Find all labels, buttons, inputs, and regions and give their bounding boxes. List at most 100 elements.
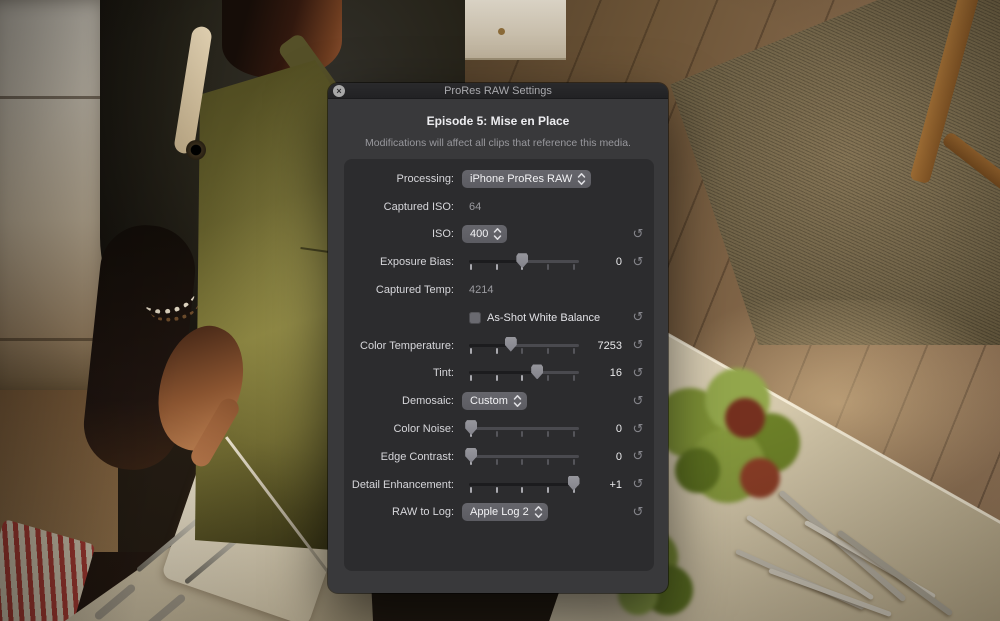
- captured-iso-value: 64: [462, 201, 481, 213]
- slider-thumb[interactable]: [465, 448, 477, 463]
- dialog-titlebar[interactable]: × ProRes RAW Settings: [328, 83, 668, 99]
- screen: × ProRes RAW Settings Episode 5: Mise en…: [0, 0, 1000, 621]
- slider-track: [469, 427, 579, 430]
- detail-enhancement-slider[interactable]: [469, 475, 579, 495]
- slider-tick: [470, 487, 472, 493]
- color-noise-label: Color Noise:: [344, 423, 462, 435]
- exposure-bias-slider[interactable]: [469, 252, 579, 272]
- row-processing: Processing: iPhone ProRes RAW: [344, 165, 648, 193]
- slider-tick: [521, 487, 523, 493]
- slider-tick: [547, 264, 549, 270]
- slider-tick: [521, 459, 523, 465]
- slider-thumb[interactable]: [568, 476, 580, 491]
- slider-tick: [521, 431, 523, 437]
- slider-tick: [470, 348, 472, 354]
- color-noise-slider[interactable]: [469, 419, 579, 439]
- slider-track: [469, 344, 579, 347]
- modifications-note: Modifications will affect all clips that…: [328, 137, 668, 149]
- detail-enhancement-value: +1: [579, 479, 628, 491]
- chevron-up-down-icon: [513, 394, 522, 408]
- as-shot-white-balance-label: As-Shot White Balance: [487, 312, 600, 324]
- prores-raw-settings-dialog: × ProRes RAW Settings Episode 5: Mise en…: [328, 83, 668, 593]
- slider-tick: [496, 431, 498, 437]
- row-as-shot-white-balance: As-Shot White Balance ↺: [344, 304, 648, 332]
- bg-leaf: [740, 458, 780, 498]
- dialog-title: ProRes RAW Settings: [444, 85, 552, 97]
- color-temperature-label: Color Temperature:: [344, 340, 462, 352]
- captured-temp-value: 4214: [462, 284, 493, 296]
- bg-cabinet: [448, 0, 566, 60]
- processing-popup-value: iPhone ProRes RAW: [470, 173, 572, 185]
- exposure-bias-reset-button[interactable]: ↺: [628, 256, 648, 269]
- row-iso: ISO: 400 ↺: [344, 221, 648, 249]
- row-detail-enhancement: Detail Enhancement: +1 ↺: [344, 471, 648, 499]
- slider-tick: [547, 431, 549, 437]
- slider-thumb[interactable]: [505, 337, 517, 352]
- color-noise-value: 0: [579, 423, 628, 435]
- tint-slider[interactable]: [469, 363, 579, 383]
- color-noise-reset-button[interactable]: ↺: [628, 423, 648, 436]
- tint-value: 16: [579, 367, 628, 379]
- edge-contrast-value: 0: [579, 451, 628, 463]
- demosaic-popup-value: Custom: [470, 395, 508, 407]
- bg-silverware: [705, 515, 1000, 621]
- slider-tick: [547, 348, 549, 354]
- row-color-noise: Color Noise: 0 ↺: [344, 415, 648, 443]
- color-temperature-reset-button[interactable]: ↺: [628, 339, 648, 352]
- slider-tick: [470, 264, 472, 270]
- chevron-up-down-icon: [534, 505, 543, 519]
- slider-tick: [547, 375, 549, 381]
- bg-apron-grommet: [186, 140, 206, 160]
- raw-to-log-popup[interactable]: Apple Log 2: [462, 503, 548, 521]
- slider-thumb[interactable]: [531, 364, 543, 379]
- demosaic-reset-button[interactable]: ↺: [628, 395, 648, 408]
- detail-enhancement-label: Detail Enhancement:: [344, 479, 462, 491]
- clip-name-heading: Episode 5: Mise en Place: [328, 114, 668, 128]
- slider-tick: [573, 459, 575, 465]
- tint-reset-button[interactable]: ↺: [628, 367, 648, 380]
- chevron-up-down-icon: [493, 227, 502, 241]
- slider-thumb[interactable]: [516, 253, 528, 268]
- iso-popup[interactable]: 400: [462, 225, 507, 243]
- iso-popup-value: 400: [470, 228, 488, 240]
- processing-popup[interactable]: iPhone ProRes RAW: [462, 170, 591, 188]
- edge-contrast-reset-button[interactable]: ↺: [628, 450, 648, 463]
- row-captured-temp: Captured Temp: 4214: [344, 276, 648, 304]
- raw-to-log-label: RAW to Log:: [344, 506, 462, 518]
- as-shot-reset-button[interactable]: ↺: [628, 311, 648, 324]
- row-edge-contrast: Edge Contrast: 0 ↺: [344, 443, 648, 471]
- row-color-temperature: Color Temperature: 7253 ↺: [344, 332, 648, 360]
- color-temperature-value: 7253: [579, 340, 628, 352]
- bg-leaf: [675, 448, 720, 493]
- detail-enhancement-reset-button[interactable]: ↺: [628, 478, 648, 491]
- bg-cabinet-knob: [498, 28, 505, 35]
- captured-iso-label: Captured ISO:: [344, 201, 462, 213]
- slider-tick: [496, 264, 498, 270]
- slider-track: [469, 371, 579, 374]
- slider-tick: [496, 459, 498, 465]
- raw-to-log-reset-button[interactable]: ↺: [628, 506, 648, 519]
- bg-drawer-seam: [0, 96, 115, 99]
- demosaic-popup[interactable]: Custom: [462, 392, 527, 410]
- row-captured-iso: Captured ISO: 64: [344, 193, 648, 221]
- settings-panel: Processing: iPhone ProRes RAW Captured I…: [344, 159, 654, 571]
- slider-tick: [496, 487, 498, 493]
- raw-to-log-popup-value: Apple Log 2: [470, 506, 529, 518]
- slider-tick: [573, 264, 575, 270]
- slider-tick: [521, 375, 523, 381]
- processing-label: Processing:: [344, 173, 462, 185]
- slider-tick: [521, 348, 523, 354]
- iso-reset-button[interactable]: ↺: [628, 228, 648, 241]
- edge-contrast-slider[interactable]: [469, 447, 579, 467]
- slider-track: [469, 483, 579, 486]
- row-demosaic: Demosaic: Custom ↺: [344, 387, 648, 415]
- slider-thumb[interactable]: [465, 420, 477, 435]
- close-button[interactable]: ×: [333, 85, 345, 97]
- as-shot-white-balance-checkbox[interactable]: [469, 312, 481, 324]
- slider-tick: [496, 348, 498, 354]
- demosaic-label: Demosaic:: [344, 395, 462, 407]
- slider-tick: [573, 348, 575, 354]
- exposure-bias-label: Exposure Bias:: [344, 256, 462, 268]
- row-tint: Tint: 16 ↺: [344, 360, 648, 388]
- color-temperature-slider[interactable]: [469, 336, 579, 356]
